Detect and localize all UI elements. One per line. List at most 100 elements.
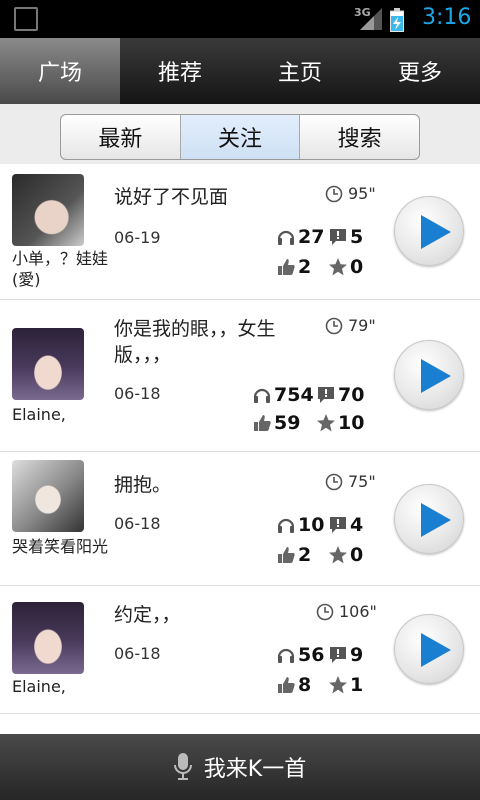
song-title: 你是我的眼，，女生版，，， [114,318,276,366]
favorite-count: 0 [328,544,363,566]
sing-button-label: 我来K一首 [203,757,307,782]
play-button[interactable] [394,484,464,554]
comment-count: 4 [328,514,363,536]
list-item[interactable]: 哭着笑看阳光 拥抱。 06-18 75" 10 4 2 0 [0,452,480,586]
avatar[interactable] [12,328,84,400]
duration: 95" [325,184,376,203]
favorite-count-value: 0 [350,256,364,278]
duration-value: 106" [339,602,377,621]
feed-list[interactable]: 小单，？娃娃(愛) 说好了不见面 06-19 95" 27 5 2 0 Elai… [0,164,480,734]
clock: 3:16 [422,5,472,30]
favorite-count-value: 1 [350,674,364,696]
thumbs-up-icon [278,677,295,693]
play-button[interactable] [394,340,464,410]
duration-value: 75" [348,472,376,491]
play-icon [421,359,451,393]
play-count: 754 [252,384,314,406]
duration: 106" [316,602,377,621]
username: Elaine, [12,677,66,696]
headphones-icon [277,518,295,533]
play-icon [421,633,451,667]
segment-search[interactable]: 搜索 [300,115,419,159]
star-icon [329,676,347,694]
duration-value: 95" [348,184,376,203]
play-button[interactable] [394,196,464,266]
duration: 75" [325,472,376,491]
segment-following[interactable]: 关注 [180,115,301,159]
play-button[interactable] [394,614,464,684]
favorite-count: 10 [316,412,364,434]
like-count: 2 [276,544,311,566]
play-count: 10 [276,514,324,536]
duration: 79" [325,316,376,335]
comment-icon [330,229,346,245]
comment-count: 9 [328,644,363,666]
segment-latest[interactable]: 最新 [61,115,181,159]
sing-button[interactable]: 我来K一首 [0,734,480,800]
battery-icon [390,8,404,32]
comment-count-value: 70 [338,384,365,406]
star-icon [317,414,335,432]
headphones-icon [253,388,271,403]
favorite-count: 0 [328,256,363,278]
comment-count: 70 [316,384,364,406]
star-icon [329,258,347,276]
headphones-icon [277,230,295,245]
post-date: 06-18 [114,644,161,663]
segmented-control: 最新 关注 搜索 [60,114,420,160]
microphone-icon [173,753,192,780]
comment-count: 5 [328,226,363,248]
list-item[interactable]: 小单，？娃娃(愛) 说好了不见面 06-19 95" 27 5 2 0 [0,164,480,300]
song-title: 拥抱。 [114,474,172,496]
favorite-count-value: 10 [338,412,365,434]
username: Elaine, [12,405,66,424]
play-icon [421,503,451,537]
tab-plaza[interactable]: 广场 [0,38,120,104]
thumbs-up-icon [278,547,295,563]
comment-count-value: 5 [350,226,364,248]
like-count: 8 [276,674,311,696]
play-count-value: 10 [298,514,325,536]
thumbs-up-icon [278,259,295,275]
post-date: 06-18 [114,384,161,403]
song-title: 说好了不见面 [114,186,229,208]
list-item[interactable]: Elaine, 约定，， 06-18 106" 56 9 8 1 [0,586,480,714]
like-count-value: 8 [298,674,312,696]
segment-bar: 最新 关注 搜索 [0,104,480,164]
list-item[interactable]: Elaine, 你是我的眼，，女生版，，， 06-18 79" 754 70 5… [0,300,480,452]
post-date: 06-18 [114,514,161,533]
clock-icon [325,317,343,334]
username: 哭着笑看阳光 [12,537,109,556]
play-count: 27 [276,226,324,248]
clock-icon [325,185,343,202]
clock-icon [325,473,343,490]
like-count: 2 [276,256,311,278]
favorite-count-value: 0 [350,544,364,566]
avatar[interactable] [12,174,84,246]
avatar[interactable] [12,460,84,532]
comment-icon [330,647,346,663]
comment-icon [318,387,334,403]
like-count-value: 2 [298,256,312,278]
top-nav: 广场 推荐 主页 更多 [0,38,480,104]
tab-recommend[interactable]: 推荐 [120,38,240,104]
status-bar: 3G 3:16 [0,0,480,38]
duration-value: 79" [348,316,376,335]
tab-home[interactable]: 主页 [240,38,360,104]
star-icon [329,546,347,564]
play-count: 56 [276,644,324,666]
clock-icon [316,603,334,620]
username: 小单，？娃娃(愛) [12,249,109,289]
favorite-count: 1 [328,674,363,696]
avatar[interactable] [12,602,84,674]
like-count: 59 [252,412,300,434]
play-count-value: 56 [298,644,325,666]
thumbs-up-icon [254,415,271,431]
play-count-value: 754 [274,384,314,406]
comment-count-value: 9 [350,644,364,666]
signal-icon [360,8,382,30]
tab-more[interactable]: 更多 [360,38,480,104]
headphones-icon [277,648,295,663]
comment-icon [330,517,346,533]
like-count-value: 2 [298,544,312,566]
